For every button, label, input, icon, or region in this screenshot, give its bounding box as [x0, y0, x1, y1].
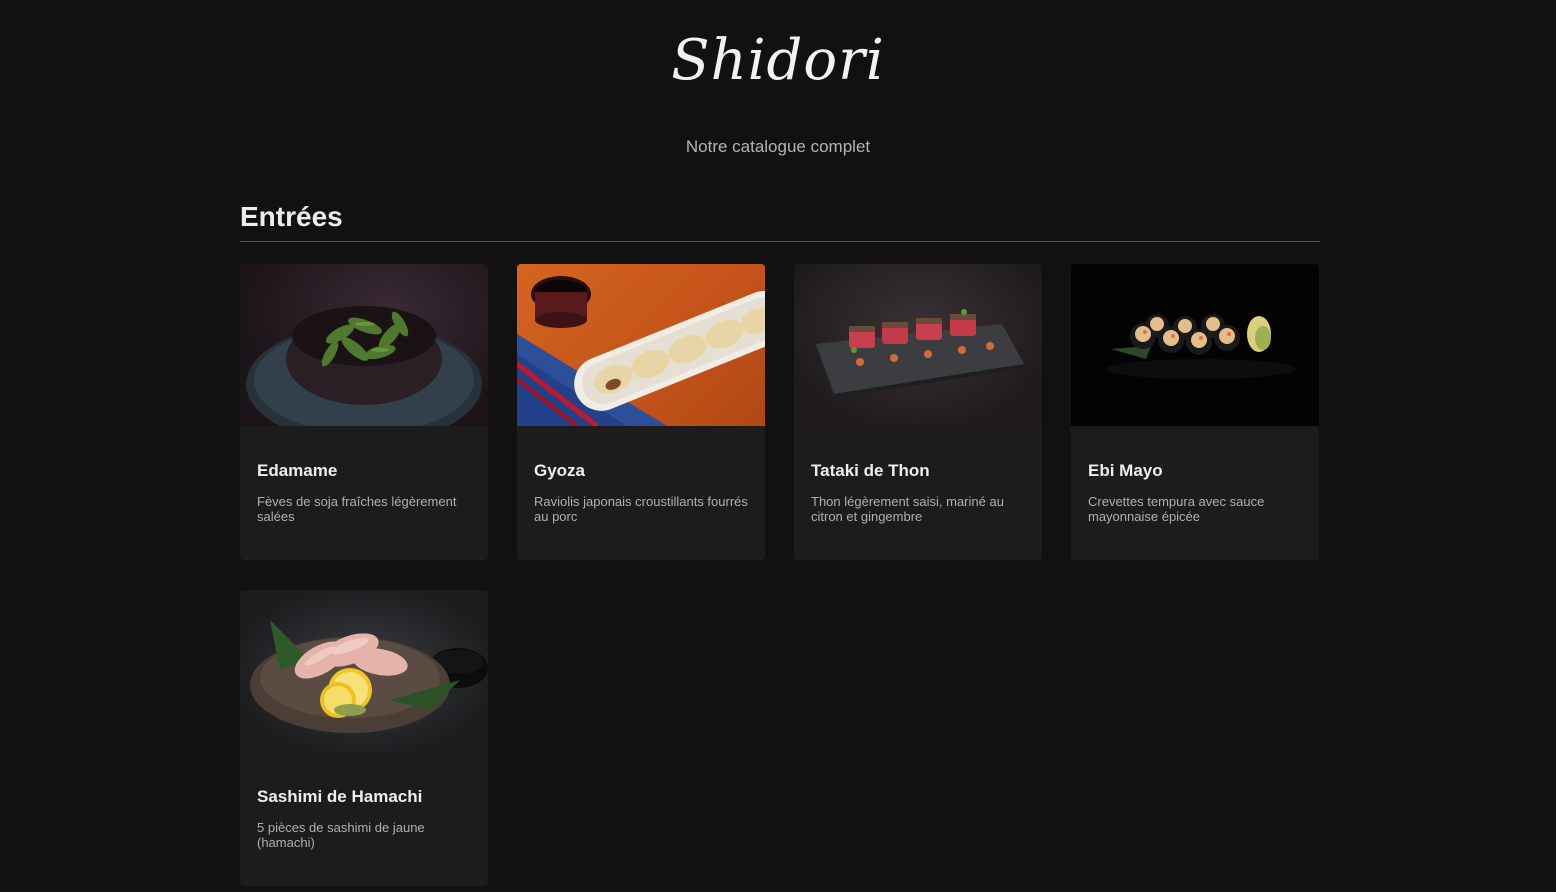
item-description: 5 pièces de sashimi de jaune (hamachi) — [257, 820, 425, 850]
gyoza-image — [517, 264, 765, 426]
hamachi-image — [240, 590, 488, 752]
item-name: Ebi Mayo — [1088, 461, 1163, 480]
item-name: Sashimi de Hamachi — [257, 787, 423, 806]
menu-card-edamame[interactable]: Edamame Fèves de soja fraîches légèremen… — [240, 264, 488, 560]
menu-card-ebi-mayo[interactable]: Ebi Mayo Crevettes tempura avec sauce ma… — [1071, 264, 1319, 560]
menu-grid: Edamame Fèves de soja fraîches légèremen… — [240, 264, 1320, 886]
menu-card-gyoza[interactable]: Gyoza Raviolis japonais croustillants fo… — [517, 264, 765, 560]
item-description: Crevettes tempura avec sauce mayonnaise … — [1088, 494, 1265, 524]
section-title: Entrées — [240, 201, 343, 232]
page-subtitle: Notre catalogue complet — [685, 137, 871, 156]
item-name: Edamame — [257, 461, 338, 480]
menu-card-tataki-de-thon[interactable]: Tataki de Thon Thon légèrement saisi, ma… — [794, 264, 1042, 560]
item-description: Thon légèrement saisi, mariné au citron … — [811, 494, 1004, 524]
tataki-image — [794, 264, 1042, 426]
item-description: Raviolis japonais croustillants fourrés … — [534, 494, 748, 524]
item-description: Fèves de soja fraîches légèrement salées — [257, 494, 457, 524]
brand-logo[interactable]: Shidori — [0, 28, 1556, 93]
section-header: Entrées — [240, 198, 1320, 242]
item-name: Tataki de Thon — [811, 461, 930, 480]
edamame-image — [240, 264, 488, 426]
menu-card-sashimi-de-hamachi[interactable]: Sashimi de Hamachi 5 pièces de sashimi d… — [240, 590, 488, 886]
ebi-mayo-image — [1071, 264, 1319, 426]
section-divider — [240, 241, 1320, 242]
item-name: Gyoza — [534, 461, 586, 480]
